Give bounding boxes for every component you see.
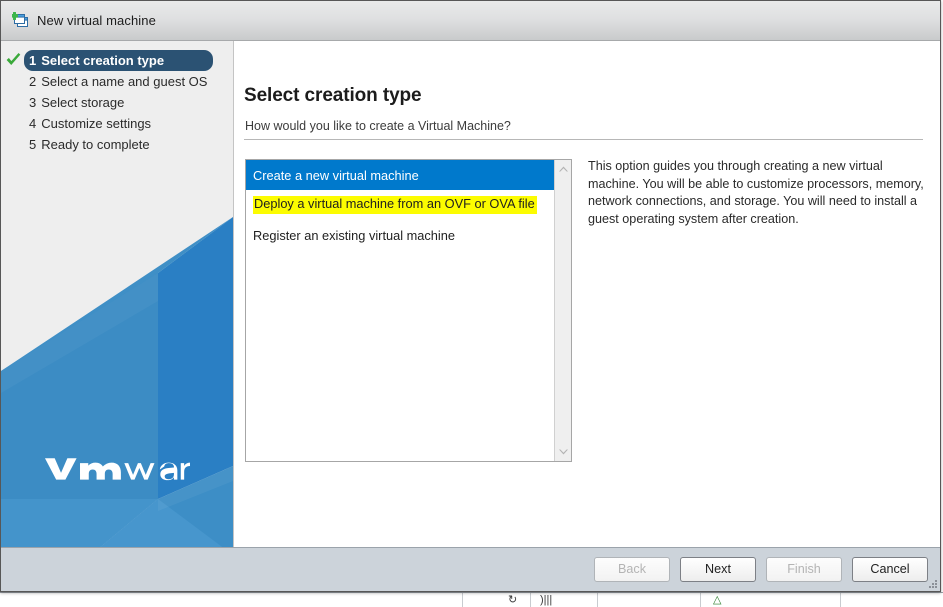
vmware-logo — [44, 458, 190, 481]
option-create-new-virtual-machine[interactable]: Create a new virtual machine — [246, 160, 554, 190]
creation-type-options: Create a new virtual machine Deploy a vi… — [246, 160, 554, 461]
back-button[interactable]: Back — [594, 557, 670, 582]
wizard-step-list: 1 Select creation type 2 Select a name a… — [1, 50, 233, 155]
chevron-down-icon[interactable] — [555, 444, 571, 460]
option-label: Register an existing virtual machine — [253, 227, 456, 243]
creation-type-listbox[interactable]: Create a new virtual machine Deploy a vi… — [245, 159, 572, 462]
sidebar-step-3-text: 3 Select storage — [24, 95, 124, 110]
finish-button[interactable]: Finish — [766, 557, 842, 582]
dialog-titlebar[interactable]: New virtual machine — [1, 1, 940, 41]
next-button[interactable]: Next — [680, 557, 756, 582]
wizard-content-pane: Select creation type How would you like … — [234, 41, 940, 547]
background-table-divider — [462, 593, 463, 607]
chevron-up-icon[interactable] — [555, 161, 571, 177]
sidebar-step-4-text: 4 Customize settings — [24, 116, 151, 131]
listbox-vertical-scrollbar[interactable] — [554, 160, 571, 461]
step-label: Select a name and guest OS — [41, 74, 208, 89]
step-number: 4 — [29, 116, 37, 131]
step-number: 1 — [29, 53, 37, 68]
background-table-sliver: ↻ )||| △ — [0, 592, 943, 607]
step-label: Customize settings — [41, 116, 152, 131]
option-label: Create a new virtual machine — [253, 167, 419, 183]
sidebar-step-1-text: 1 Select creation type — [24, 53, 164, 68]
new-virtual-machine-icon — [11, 11, 30, 30]
step-label: Select creation type — [41, 53, 165, 68]
option-description: This option guides you through creating … — [588, 159, 924, 226]
header-divider — [244, 139, 923, 140]
step-complete-check-icon — [6, 52, 21, 67]
sidebar-step-5[interactable]: 5 Ready to complete — [1, 134, 233, 155]
wizard-body: 1 Select creation type 2 Select a name a… — [1, 41, 940, 547]
sidebar-step-4[interactable]: 4 Customize settings — [1, 113, 233, 134]
page-title: Select creation type — [244, 85, 422, 106]
background-table-glyph: ↻ — [508, 594, 518, 606]
cancel-button[interactable]: Cancel — [852, 557, 928, 582]
background-table-divider — [530, 593, 531, 607]
step-number: 3 — [29, 95, 37, 110]
background-table-divider — [597, 593, 598, 607]
option-register-existing-virtual-machine[interactable]: Register an existing virtual machine — [246, 220, 554, 250]
option-deploy-from-ovf-or-ova[interactable]: Deploy a virtual machine from an OVF or … — [246, 190, 554, 220]
resize-grip-icon[interactable] — [926, 578, 938, 590]
sidebar-step-2[interactable]: 2 Select a name and guest OS — [1, 71, 233, 92]
step-number: 2 — [29, 74, 37, 89]
wizard-sidebar: 1 Select creation type 2 Select a name a… — [1, 41, 234, 547]
sidebar-step-1[interactable]: 1 Select creation type — [1, 50, 233, 71]
dialog-title: New virtual machine — [37, 13, 156, 28]
background-table-glyph: △ — [713, 594, 722, 606]
step-label: Select storage — [41, 95, 125, 110]
background-table-divider — [840, 593, 841, 607]
step-label: Ready to complete — [41, 137, 150, 152]
new-virtual-machine-dialog: New virtual machine 1 Select creation ty… — [0, 0, 941, 592]
sidebar-step-2-text: 2 Select a name and guest OS — [24, 74, 207, 89]
page-subtitle: How would you like to create a Virtual M… — [245, 119, 511, 133]
background-table-glyph: )||| — [540, 594, 553, 606]
background-table-divider — [700, 593, 701, 607]
dialog-footer: Back Next Finish Cancel — [1, 547, 940, 591]
sidebar-step-3[interactable]: 3 Select storage — [1, 92, 233, 113]
step-number: 5 — [29, 137, 37, 152]
option-label-highlighted: Deploy a virtual machine from an OVF or … — [253, 196, 537, 214]
sidebar-step-5-text: 5 Ready to complete — [24, 137, 150, 152]
